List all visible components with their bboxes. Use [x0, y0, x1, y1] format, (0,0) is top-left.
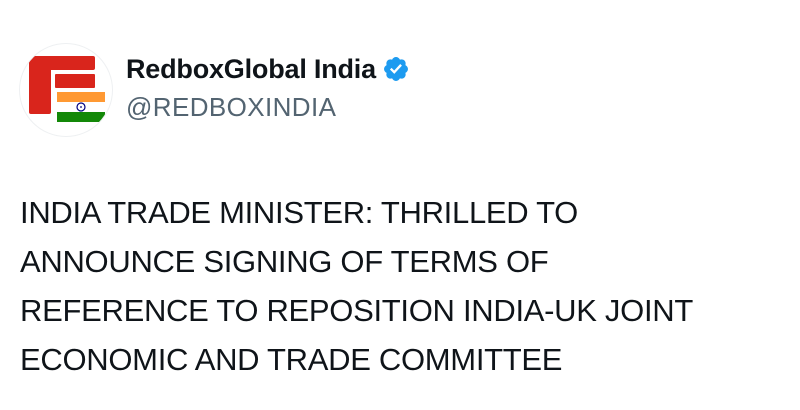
author-info: RedboxGlobal India @REDBOXINDIA — [126, 52, 410, 123]
author-display-name[interactable]: RedboxGlobal India — [126, 54, 376, 85]
redbox-india-logo-icon — [29, 56, 105, 122]
author-avatar[interactable] — [20, 44, 112, 136]
tweet-text-line: ECONOMIC AND TRADE COMMITTEE — [20, 342, 563, 377]
display-name-row: RedboxGlobal India — [126, 52, 410, 86]
tweet-text: INDIA TRADE MINISTER: THRILLED TO ANNOUN… — [20, 188, 780, 384]
author-handle[interactable]: @REDBOXINDIA — [126, 92, 410, 123]
tweet-text-line: REFERENCE TO REPOSITION INDIA-UK JOINT — [20, 293, 693, 328]
verified-badge-icon — [383, 57, 408, 81]
tweet-text-line: ANNOUNCE SIGNING OF TERMS OF — [20, 244, 549, 279]
tweet-card: RedboxGlobal India @REDBOXINDIA INDIA TR… — [0, 0, 800, 410]
tweet-text-line: INDIA TRADE MINISTER: THRILLED TO — [20, 195, 578, 230]
